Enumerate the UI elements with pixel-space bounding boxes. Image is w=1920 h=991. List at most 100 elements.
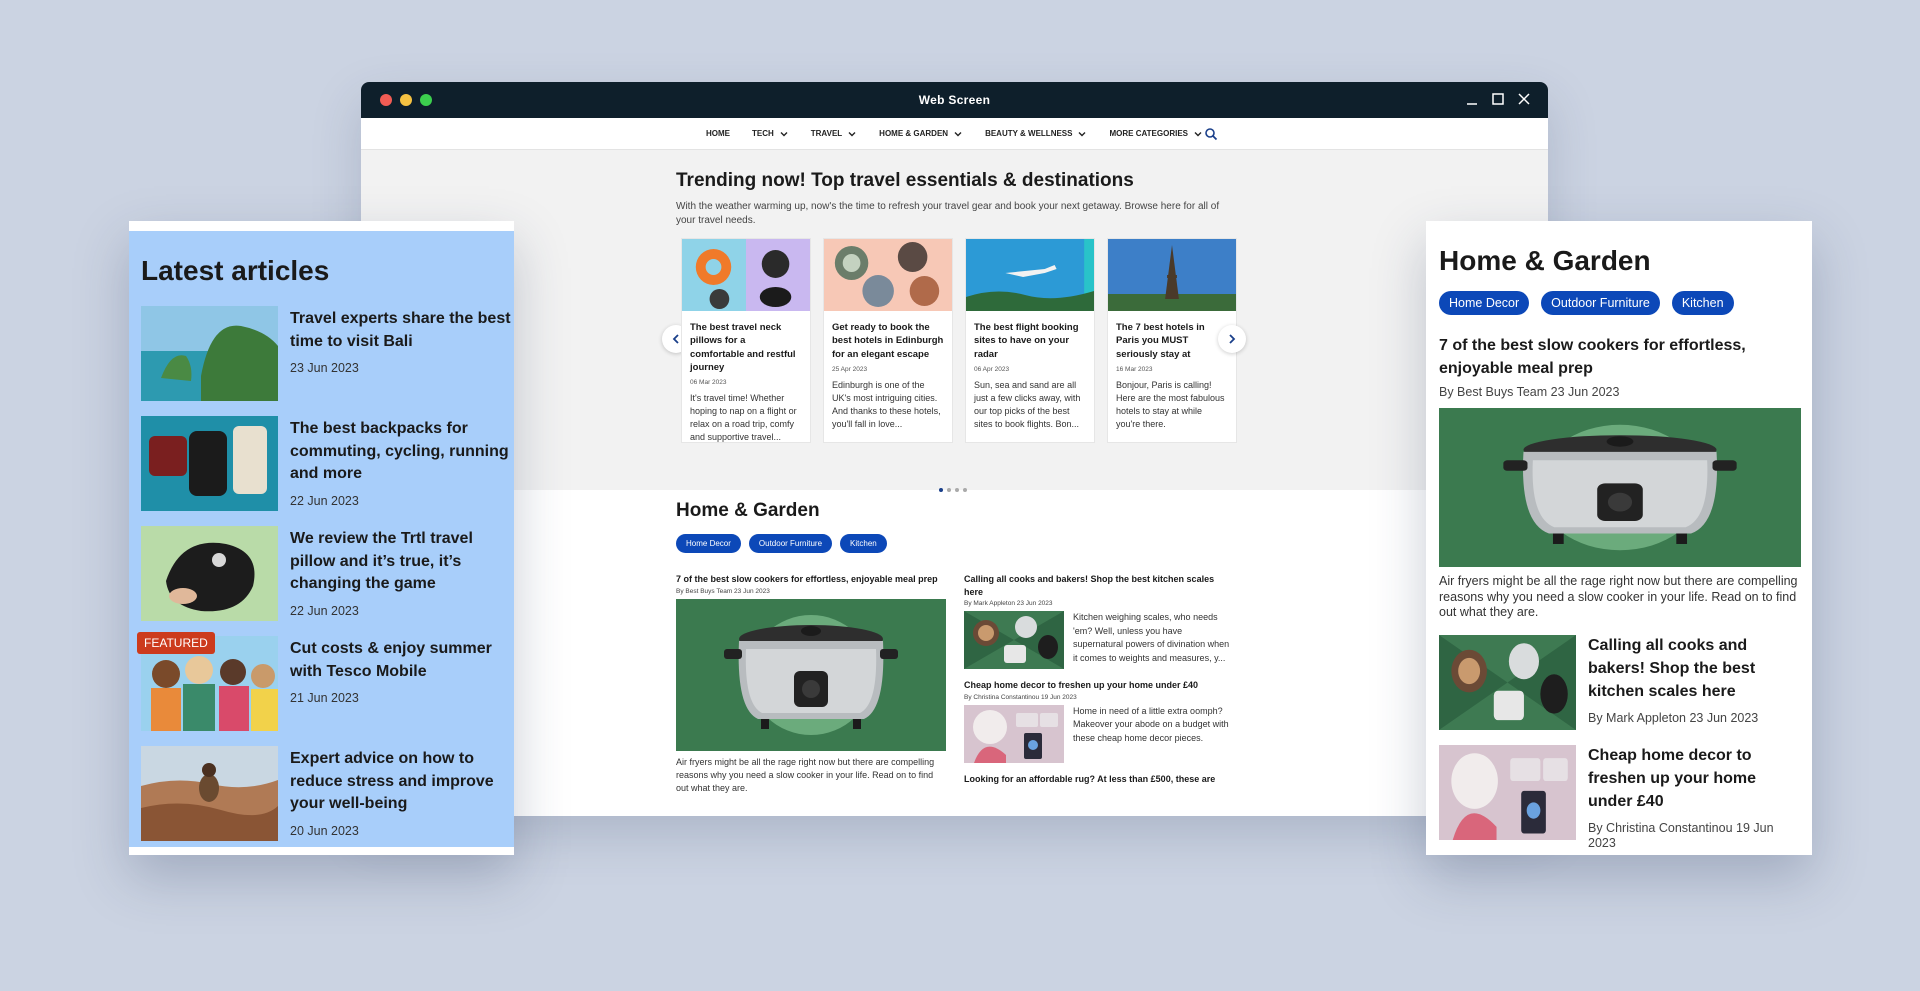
category-pills: Home Decor Outdoor Furniture Kitchen — [676, 534, 1236, 553]
article-byline: By Christina Constantinou 19 Jun 2023 — [1588, 821, 1774, 851]
main-nav: HOME TECH TRAVEL HOME & GARDEN BEAUTY & … — [361, 118, 1548, 150]
window-dots — [380, 94, 432, 106]
pill-home-decor[interactable]: Home Decor — [676, 534, 741, 553]
carousel-dots — [939, 488, 967, 492]
trending-card[interactable]: Get ready to book the best hotels in Edi… — [823, 238, 953, 443]
nav-beauty-wellness-label: BEAUTY & WELLNESS — [985, 129, 1073, 138]
list-item[interactable]: Calling all cooks and bakers! Shop the b… — [964, 573, 1234, 669]
slow-cooker-image — [1439, 408, 1801, 567]
slow-cooker-image — [676, 599, 946, 751]
list-item[interactable]: The best backpacks for commuting, cyclin… — [141, 416, 515, 526]
article-byline: By Best Buys Team 23 Jun 2023 — [1439, 385, 1620, 400]
pill-outdoor-furniture[interactable]: Outdoor Furniture — [1541, 291, 1660, 315]
trending-card[interactable]: The best flight booking sites to have on… — [965, 238, 1095, 443]
card-title: The 7 best hotels in Paris you MUST seri… — [1116, 322, 1205, 360]
home-decor-image — [1439, 745, 1576, 840]
article-title[interactable]: 7 of the best slow cookers for effortles… — [1439, 335, 1801, 380]
minimize-icon[interactable] — [1464, 91, 1480, 107]
card-title: The best travel neck pillows for a comfo… — [690, 322, 796, 373]
card-text: Edinburgh is one of the UK's most intrig… — [832, 379, 941, 430]
nav-home[interactable]: HOME — [706, 129, 730, 138]
article-text: Air fryers might be all the rage right n… — [1439, 574, 1798, 619]
carousel-dot[interactable] — [955, 488, 959, 492]
section-title: Home & Garden — [676, 500, 820, 521]
window-title: Web Screen — [918, 93, 991, 107]
list-item[interactable]: Cheap home decor to freshen up your home… — [964, 679, 1234, 763]
chevron-down-icon — [780, 131, 788, 136]
list-item[interactable]: Travel experts share the best time to vi… — [141, 306, 515, 416]
list-item[interactable]: FEATURED Cut costs & enjoy summer with T… — [137, 632, 515, 746]
carousel-next-button[interactable] — [1218, 325, 1246, 353]
nav-tech[interactable]: TECH — [752, 129, 789, 139]
article-title: Calling all cooks and bakers! Shop the b… — [964, 574, 1215, 597]
article-byline: By Mark Appleton 23 Jun 2023 — [964, 600, 1053, 608]
list-item[interactable]: We review the Trtl travel pillow and it’… — [141, 526, 515, 636]
card-title: The best flight booking sites to have on… — [974, 322, 1079, 360]
carousel-dot[interactable] — [947, 488, 951, 492]
nav-tech-label: TECH — [751, 129, 774, 138]
article-text: Home in need of a little extra oomph? Ma… — [1073, 705, 1229, 743]
carousel-dot[interactable] — [939, 488, 943, 492]
nav-more-categories[interactable]: MORE CATEGORIES — [1109, 129, 1203, 139]
card-image-flight — [966, 239, 1094, 311]
chevron-down-icon — [848, 131, 856, 136]
article-title: Travel experts share the best time to vi… — [290, 310, 511, 350]
pill-kitchen[interactable]: Kitchen — [840, 534, 887, 553]
chevron-down-icon — [954, 131, 962, 136]
zoom-dot[interactable] — [420, 94, 432, 106]
article-date: 22 Jun 2023 — [290, 604, 359, 619]
nav-home-garden-label: HOME & GARDEN — [879, 129, 949, 138]
carousel-dot[interactable] — [963, 488, 967, 492]
trending-section: Trending now! Top travel essentials & de… — [361, 150, 1548, 492]
close-dot[interactable] — [380, 94, 392, 106]
pill-outdoor-furniture[interactable]: Outdoor Furniture — [748, 534, 833, 553]
search-icon[interactable] — [1204, 127, 1218, 141]
card-image-neck-pillows — [682, 239, 810, 311]
list-item[interactable]: Looking for an affordable rug? At less t… — [964, 773, 1234, 786]
nav-more-categories-label: MORE CATEGORIES — [1109, 129, 1189, 138]
card-date: 25 Apr 2023 — [832, 365, 868, 373]
trending-card[interactable]: The best travel neck pillows for a comfo… — [681, 238, 811, 443]
list-item[interactable]: Expert advice on how to reduce stress an… — [141, 746, 515, 856]
article-byline: By Mark Appleton 23 Jun 2023 — [1588, 711, 1759, 726]
list-item[interactable]: Cheap home decor to freshen up your home… — [1439, 745, 1801, 851]
card-image-paris — [1108, 239, 1236, 311]
article-date: 22 Jun 2023 — [290, 494, 359, 509]
article-date: 20 Jun 2023 — [290, 824, 359, 839]
nav-travel[interactable]: TRAVEL — [811, 129, 857, 139]
card-text: Bonjour, Paris is calling! Here are the … — [1116, 379, 1225, 430]
title-bar: Web Screen — [361, 82, 1548, 118]
article-title: We review the Trtl travel pillow and it’… — [290, 530, 473, 593]
card-text: Sun, sea and sand are all just a few cli… — [974, 379, 1081, 430]
maximize-icon[interactable] — [1490, 91, 1506, 107]
article-title: Expert advice on how to reduce stress an… — [290, 750, 494, 813]
article-text: Air fryers might be all the rage right n… — [676, 756, 935, 793]
pill-kitchen[interactable]: Kitchen — [1671, 291, 1734, 315]
nav-beauty-wellness[interactable]: BEAUTY & WELLNESS — [985, 129, 1087, 139]
close-icon[interactable] — [1516, 91, 1532, 107]
article-title: 7 of the best slow cookers for effortles… — [676, 574, 938, 584]
kitchen-scales-image — [964, 611, 1064, 669]
card-date: 06 Apr 2023 — [974, 365, 1010, 373]
article-title: Cheap home decor to freshen up your home… — [964, 680, 1199, 691]
pill-home-decor[interactable]: Home Decor — [1439, 291, 1530, 315]
featured-article[interactable]: 7 of the best slow cookers for effortles… — [676, 573, 946, 795]
backpacks-image — [141, 416, 278, 511]
article-date: 21 Jun 2023 — [290, 691, 359, 706]
article-byline: By Best Buys Team 23 Jun 2023 — [676, 587, 770, 595]
minimize-dot[interactable] — [400, 94, 412, 106]
nav-home-garden[interactable]: HOME & GARDEN — [879, 129, 963, 139]
nav-travel-label: TRAVEL — [810, 129, 843, 138]
mobile-home-garden-panel: Home & Garden Home Decor Outdoor Furnitu… — [1426, 221, 1812, 855]
kitchen-scales-image — [1439, 635, 1576, 730]
category-pills: Home Decor Outdoor Furniture Kitchen — [1439, 291, 1801, 315]
card-image-edinburgh — [824, 239, 952, 311]
article-title: Cut costs & enjoy summer with Tesco Mobi… — [290, 640, 492, 680]
list-item[interactable]: Calling all cooks and bakers! Shop the b… — [1439, 635, 1801, 730]
latest-articles-panel: Latest articles Travel experts share the… — [129, 221, 514, 855]
trending-subtitle: With the weather warming up, now's the t… — [676, 201, 1220, 226]
article-title: Calling all cooks and bakers! Shop the b… — [1588, 637, 1756, 700]
panel-title: Home & Garden — [1439, 245, 1651, 276]
bali-image — [141, 306, 278, 401]
chevron-down-icon — [1194, 131, 1202, 136]
